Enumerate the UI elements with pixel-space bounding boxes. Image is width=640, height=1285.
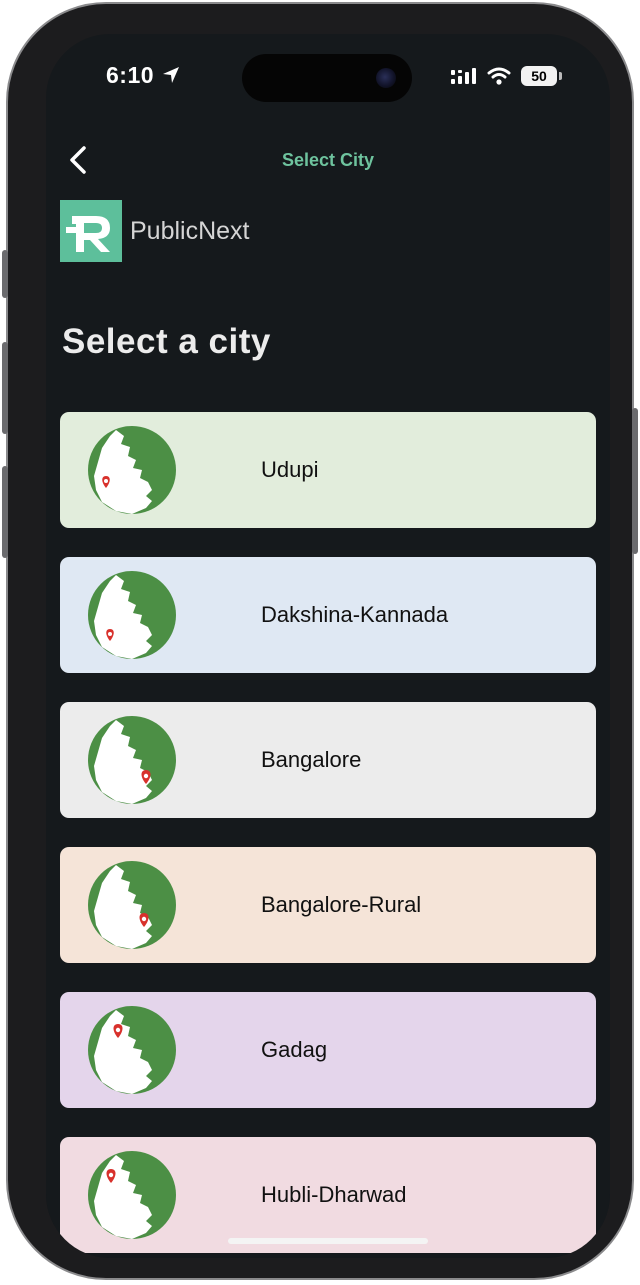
status-icons: 50	[451, 66, 562, 86]
camera-icon	[376, 68, 396, 88]
status-time: 6:10	[106, 62, 181, 89]
status-time-label: 6:10	[106, 62, 155, 88]
city-card-hubli-dharwad[interactable]: Hubli-Dharwad	[60, 1137, 596, 1253]
phone-frame: 6:10 50 Select City PublicNext Select a …	[2, 2, 638, 1280]
side-button	[632, 408, 638, 554]
city-name: Gadag	[261, 1037, 328, 1062]
wifi-icon	[487, 67, 511, 85]
dynamic-island	[242, 54, 412, 102]
city-name: Udupi	[261, 457, 319, 482]
page-heading: Select a city	[62, 322, 271, 361]
city-card-gadag[interactable]: Gadag	[60, 992, 596, 1108]
battery-icon: 50	[521, 66, 557, 86]
karnataka-map-icon	[88, 861, 176, 949]
city-name: Dakshina-Kannada	[261, 602, 449, 627]
publicnext-logo-icon	[60, 200, 122, 262]
city-name: Bangalore	[261, 747, 362, 772]
nav-bar: Select City	[46, 124, 610, 198]
city-list: Udupi Dakshina-Kannada Bangalore Bangalo…	[60, 412, 596, 1258]
home-indicator[interactable]	[228, 1238, 428, 1244]
brand-header: PublicNext	[60, 200, 250, 262]
screen: 6:10 50 Select City PublicNext Select a …	[46, 34, 610, 1258]
karnataka-map-icon	[88, 716, 176, 804]
mute-switch	[2, 250, 8, 298]
karnataka-map-icon	[88, 1006, 176, 1094]
city-card-dakshina-kannada[interactable]: Dakshina-Kannada	[60, 557, 596, 673]
battery-nub	[559, 72, 562, 80]
city-name: Hubli-Dharwad	[261, 1182, 407, 1207]
karnataka-map-icon	[88, 426, 176, 514]
karnataka-map-icon	[88, 571, 176, 659]
karnataka-map-icon	[88, 1151, 176, 1239]
signal-icon	[451, 68, 476, 84]
battery-level: 50	[531, 68, 547, 84]
volume-up-button	[2, 342, 8, 434]
nav-title: Select City	[281, 150, 375, 170]
city-name: Bangalore-Rural	[261, 892, 422, 917]
volume-down-button	[2, 466, 8, 558]
location-arrow-icon	[162, 67, 179, 83]
content-area: PublicNext Select a city Udupi Dakshina-…	[46, 198, 610, 1258]
city-card-bangalore-rural[interactable]: Bangalore-Rural	[60, 847, 596, 963]
city-card-udupi[interactable]: Udupi	[60, 412, 596, 528]
brand-name: PublicNext	[130, 216, 250, 245]
city-card-bangalore[interactable]: Bangalore	[60, 702, 596, 818]
